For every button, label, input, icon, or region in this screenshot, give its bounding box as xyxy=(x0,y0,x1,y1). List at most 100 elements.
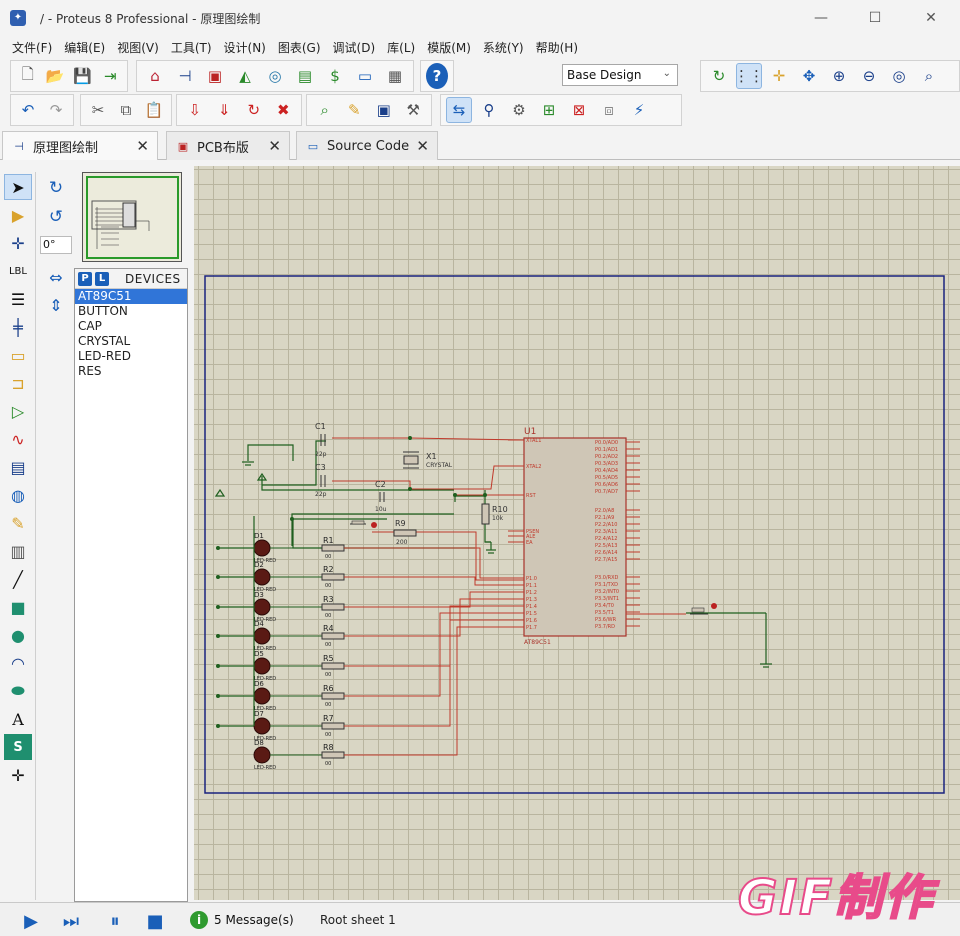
pick-devices-button[interactable]: P xyxy=(78,271,92,286)
zoom-area-icon[interactable]: ⌕ xyxy=(916,63,942,89)
menu-view[interactable]: 视图(V) xyxy=(111,39,165,56)
mirror-y-icon[interactable]: ⇕ xyxy=(42,292,70,318)
virtual-instruments-icon[interactable]: ▥ xyxy=(4,538,32,564)
input-button[interactable] xyxy=(690,603,717,615)
path-tool-icon[interactable]: ⬬ xyxy=(4,678,32,704)
text-tool-icon[interactable]: A xyxy=(4,706,32,732)
redo-icon[interactable]: ↷ xyxy=(44,97,68,123)
copy-icon[interactable]: ⧉ xyxy=(114,97,138,123)
design-explorer-icon[interactable]: ▤ xyxy=(292,63,318,89)
overview-window[interactable] xyxy=(82,172,182,262)
capacitor-c2[interactable]: C2 10u xyxy=(375,480,387,513)
subcircuit-icon[interactable]: ▭ xyxy=(4,342,32,368)
tab-source-code[interactable]: ▭ Source Code ✕ xyxy=(296,131,438,160)
bus-icon[interactable]: ╪ xyxy=(4,314,32,340)
zoom-in-icon[interactable]: ⊕ xyxy=(826,63,852,89)
message-indicator[interactable]: i 5 Message(s) xyxy=(190,908,294,932)
property-assignment-icon[interactable]: ⚙ xyxy=(506,97,532,123)
resistor[interactable]: R5 00 xyxy=(321,654,345,678)
gerber-viewer-icon[interactable]: ◎ xyxy=(262,63,288,89)
close-tab-icon[interactable]: ✕ xyxy=(136,137,149,155)
resistor[interactable]: R2 00 xyxy=(321,565,345,589)
device-item-led-red[interactable]: LED-RED xyxy=(75,349,187,364)
resistor[interactable]: R8 00 xyxy=(321,743,345,767)
pause-icon[interactable]: ⏸ xyxy=(102,909,128,933)
import-icon[interactable]: ⇥ xyxy=(99,63,123,89)
minimize-button[interactable]: — xyxy=(798,0,844,36)
origin-icon[interactable]: ✛ xyxy=(766,63,792,89)
block-rotate-icon[interactable]: ↻ xyxy=(241,97,267,123)
marker-tool-icon[interactable]: ✛ xyxy=(4,762,32,788)
menu-help[interactable]: 帮助(H) xyxy=(530,39,584,56)
menu-system[interactable]: 系统(Y) xyxy=(477,39,530,56)
make-device-icon[interactable]: ✎ xyxy=(342,97,368,123)
bom-icon[interactable]: $ xyxy=(322,63,348,89)
home-icon[interactable]: ⌂ xyxy=(142,63,168,89)
step-icon[interactable]: ⏭ xyxy=(58,909,84,933)
menu-edit[interactable]: 编辑(E) xyxy=(58,39,111,56)
menu-library[interactable]: 库(L) xyxy=(381,39,421,56)
new-file-icon[interactable]: 🗋 xyxy=(16,63,40,89)
undo-icon[interactable]: ↶ xyxy=(16,97,40,123)
zoom-out-icon[interactable]: ⊖ xyxy=(856,63,882,89)
schematic-canvas[interactable]: U1 AT89C51 XTAL1 XTAL2 RST PSEN ALE EA P1.0 P1.… xyxy=(194,166,960,900)
resistor[interactable]: R3 00 xyxy=(321,595,345,619)
source-code-icon[interactable]: ▭ xyxy=(352,63,378,89)
device-item-at89c51[interactable]: AT89C51 xyxy=(75,289,187,304)
probe-mode-icon[interactable]: ✎ xyxy=(4,510,32,536)
generator-mode-icon[interactable]: ◍ xyxy=(4,482,32,508)
capacitor-c3[interactable]: C3 22p xyxy=(315,463,327,498)
resistor-r9[interactable]: R9 200 xyxy=(393,519,417,546)
menu-file[interactable]: 文件(F) xyxy=(6,39,58,56)
schematic-icon[interactable]: ⊣ xyxy=(172,63,198,89)
rotation-angle-field[interactable]: 0° xyxy=(40,236,72,254)
netlist-to-pcb-icon[interactable]: ⚡ xyxy=(626,97,652,123)
pick-device-icon[interactable]: ⌕ xyxy=(312,97,338,123)
menu-debug[interactable]: 调试(D) xyxy=(327,39,382,56)
close-tab-icon[interactable]: ✕ xyxy=(268,137,281,155)
close-tab-icon[interactable]: ✕ xyxy=(416,137,429,155)
goto-sheet-icon[interactable]: ⧈ xyxy=(596,97,622,123)
grid-toggle-icon[interactable]: ⋮⋮ xyxy=(734,63,764,89)
mirror-x-icon[interactable]: ⇔ xyxy=(42,264,70,290)
refresh-icon[interactable]: ↻ xyxy=(706,63,732,89)
menu-design[interactable]: 设计(N) xyxy=(218,39,272,56)
new-sheet-icon[interactable]: ⊞ xyxy=(536,97,562,123)
pcb-icon[interactable]: ▣ xyxy=(202,63,228,89)
menu-template[interactable]: 模版(M) xyxy=(421,39,477,56)
device-pins-icon[interactable]: ▷ xyxy=(4,398,32,424)
device-item-button[interactable]: BUTTON xyxy=(75,304,187,319)
component-mode-icon[interactable]: ▶ xyxy=(4,202,32,228)
device-item-cap[interactable]: CAP xyxy=(75,319,187,334)
rotate-clockwise-icon[interactable]: ↻ xyxy=(42,175,70,201)
close-button[interactable]: ✕ xyxy=(908,0,954,36)
search-tag-icon[interactable]: ⚲ xyxy=(476,97,502,123)
reset-button[interactable] xyxy=(350,520,377,528)
menu-tools[interactable]: 工具(T) xyxy=(165,39,218,56)
help-icon[interactable]: ? xyxy=(426,63,448,89)
resistor[interactable]: R1 00 xyxy=(321,536,345,560)
design-variant-select[interactable]: Base Design ⌄ xyxy=(562,64,678,86)
resistor-r10[interactable]: R10 10k xyxy=(481,503,508,525)
block-copy-icon[interactable]: ⇩ xyxy=(182,97,208,123)
zoom-all-icon[interactable]: ◎ xyxy=(886,63,912,89)
save-icon[interactable]: 💾 xyxy=(71,63,95,89)
remove-sheet-icon[interactable]: ⊠ xyxy=(566,97,592,123)
resistor[interactable]: R6 00 xyxy=(321,684,345,708)
stop-icon[interactable]: ■ xyxy=(142,909,168,933)
device-item-crystal[interactable]: CRYSTAL xyxy=(75,334,187,349)
paste-icon[interactable]: 📋 xyxy=(142,97,166,123)
tape-recorder-icon[interactable]: ▤ xyxy=(4,454,32,480)
capacitor-c1[interactable]: C1 22p xyxy=(315,422,327,458)
selection-mode-icon[interactable]: ➤ xyxy=(4,174,32,200)
3d-viewer-icon[interactable]: ◭ xyxy=(232,63,258,89)
maximize-button[interactable]: ☐ xyxy=(852,0,898,36)
circle-tool-icon[interactable]: ● xyxy=(4,622,32,648)
line-tool-icon[interactable]: ╱ xyxy=(4,566,32,592)
tab-schematic[interactable]: ⊣ 原理图绘制 ✕ xyxy=(2,131,158,160)
wire-label-icon[interactable]: LBL xyxy=(4,258,32,284)
wire-autorouter-icon[interactable]: ⇆ xyxy=(446,97,472,123)
tab-pcb[interactable]: ▣ PCB布版 ✕ xyxy=(166,131,290,160)
text-script-icon[interactable]: ☰ xyxy=(4,286,32,312)
device-item-res[interactable]: RES xyxy=(75,364,187,379)
